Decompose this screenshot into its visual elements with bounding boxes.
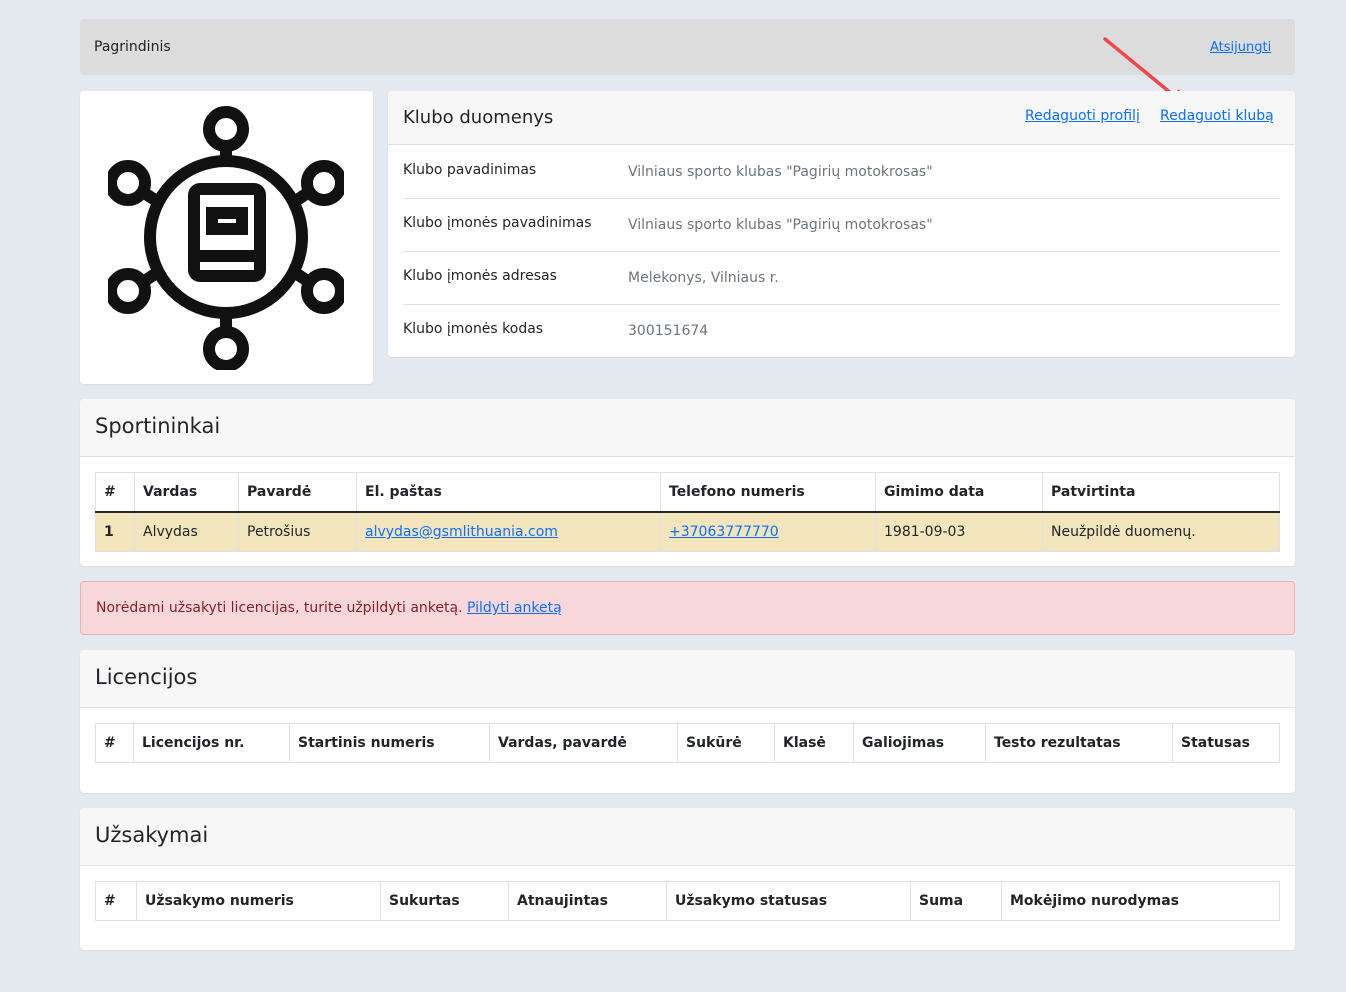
edit-club-link[interactable]: Redaguoti klubą [1160,108,1274,124]
info-label: Klubo įmonės adresas [403,268,557,284]
info-value: Vilniaus sporto klubas "Pagirių motokros… [628,164,933,180]
athletes-table: # Vardas Pavardė El. paštas Telefono num… [95,472,1280,552]
athlete-first-name: Alvydas [134,511,239,552]
athlete-confirmed-status: Neužpildė duomenų. [1042,511,1280,552]
info-label: Klubo įmonės pavadinimas [403,215,592,231]
col-header: Galiojimas [853,723,986,763]
col-header: Gimimo data [875,472,1043,513]
col-header: Pavardė [238,472,357,513]
col-header: Vardas, pavardė [489,723,678,763]
fill-form-link[interactable]: Pildyti anketą [467,600,562,616]
athlete-birth-date: 1981-09-03 [875,511,1043,552]
col-header: Mokėjimo nurodymas [1001,881,1280,921]
info-value: Melekonys, Vilniaus r. [628,270,779,286]
orders-table: # Užsakymo numeris Sukurtas Atnaujintas … [95,881,1280,921]
athlete-email-cell: alvydas@gsmlithuania.com [356,511,661,552]
athlete-last-name: Petrošius [238,511,357,552]
col-header: Klasė [774,723,854,763]
alert-text: Norėdami užsakyti licencijas, turite užp… [96,600,463,616]
edit-profile-link[interactable]: Redaguoti profilį [1025,108,1140,124]
licenses-header: Licencijos [80,650,1295,708]
orders-card: Užsakymai # Užsakymo numeris Sukurtas At… [80,808,1295,950]
col-header: Statusas [1172,723,1280,763]
col-header: Užsakymo statusas [666,881,911,921]
col-header: # [95,881,137,921]
table-row: 1 Alvydas Petrošius alvydas@gsmlithuania… [95,511,1280,552]
col-header: # [95,472,135,513]
club-info-row: Klubo pavadinimas Vilniaus sporto klubas… [403,145,1280,199]
licenses-title: Licencijos [95,665,198,689]
info-label: Klubo pavadinimas [403,162,537,178]
orders-title: Užsakymai [95,823,209,847]
info-value: Vilniaus sporto klubas "Pagirių motokros… [628,217,933,233]
club-card-header: Klubo duomenys Redaguoti profilį Redaguo… [388,91,1295,145]
info-label: Klubo įmonės kodas [403,321,544,337]
col-header: El. paštas [356,472,661,513]
info-value: 300151674 [628,323,709,339]
col-header: Licencijos nr. [133,723,290,763]
athletes-title: Sportininkai [95,414,221,438]
col-header: Suma [910,881,1002,921]
athlete-phone-link[interactable]: +37063777770 [669,524,779,540]
col-header: Telefono numeris [660,472,876,513]
club-card-title: Klubo duomenys [403,107,554,128]
fill-form-alert: Norėdami užsakyti licencijas, turite užp… [80,581,1295,635]
athlete-email-link[interactable]: alvydas@gsmlithuania.com [365,524,558,540]
col-header: Sukurtas [380,881,509,921]
nav-brand[interactable]: Pagrindinis [94,39,171,55]
row-number: 1 [95,511,135,552]
club-data-card: Klubo duomenys Redaguoti profilį Redaguo… [388,91,1295,357]
club-info-row: Klubo įmonės kodas 300151674 [403,304,1280,357]
col-header: Startinis numeris [289,723,490,763]
col-header: Užsakymo numeris [136,881,381,921]
col-header: Patvirtinta [1042,472,1280,513]
orders-header: Užsakymai [80,808,1295,866]
club-info-row: Klubo įmonės pavadinimas Vilniaus sporto… [403,198,1280,252]
col-header: Testo rezultatas [985,723,1173,763]
col-header: Sukūrė [677,723,775,763]
col-header: Atnaujintas [508,881,667,921]
alert-message: Norėdami užsakyti licencijas, turite užp… [96,600,562,616]
club-network-book-icon [108,106,344,370]
club-info-row: Klubo įmonės adresas Melekonys, Vilniaus… [403,251,1280,305]
athletes-header: Sportininkai [80,399,1295,457]
licenses-card: Licencijos # Licencijos nr. Startinis nu… [80,650,1295,793]
athletes-card: Sportininkai # Vardas Pavardė El. paštas… [80,399,1295,566]
col-header: # [95,723,134,763]
col-header: Vardas [134,472,239,513]
athlete-phone-cell: +37063777770 [660,511,876,552]
club-logo-card [80,91,373,384]
logout-link[interactable]: Atsijungti [1210,40,1271,55]
licenses-table: # Licencijos nr. Startinis numeris Varda… [95,723,1280,763]
top-navbar: Pagrindinis Atsijungti [80,19,1295,75]
